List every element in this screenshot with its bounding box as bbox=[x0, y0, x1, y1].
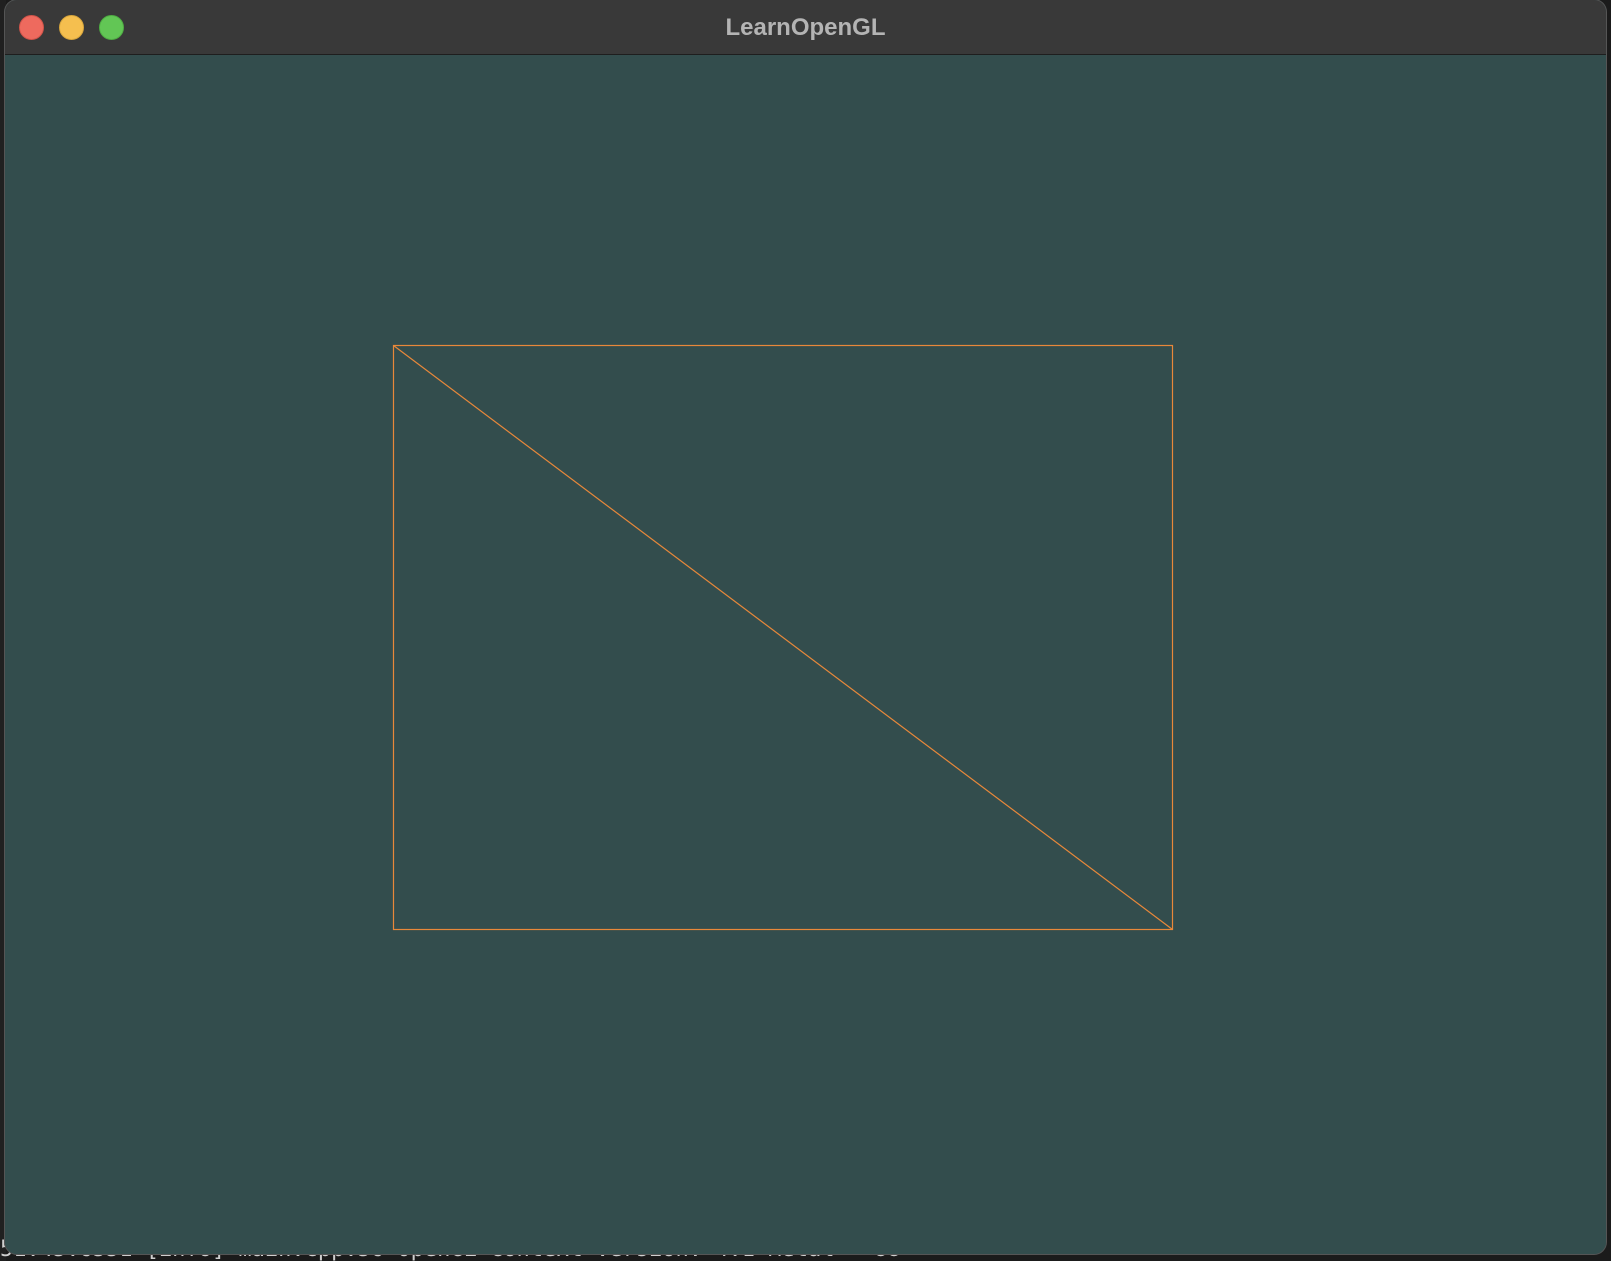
window-title: LearnOpenGL bbox=[725, 14, 886, 41]
app-window: LearnOpenGL bbox=[5, 0, 1606, 1254]
render-canvas bbox=[392, 344, 1174, 931]
window-titlebar[interactable]: LearnOpenGL bbox=[5, 0, 1606, 55]
quad-diagonal bbox=[393, 345, 1173, 930]
desktop: 51:45:6551 [info] main.cpp:56 OpenGL con… bbox=[0, 0, 1611, 1261]
opengl-viewport[interactable] bbox=[5, 56, 1606, 1254]
